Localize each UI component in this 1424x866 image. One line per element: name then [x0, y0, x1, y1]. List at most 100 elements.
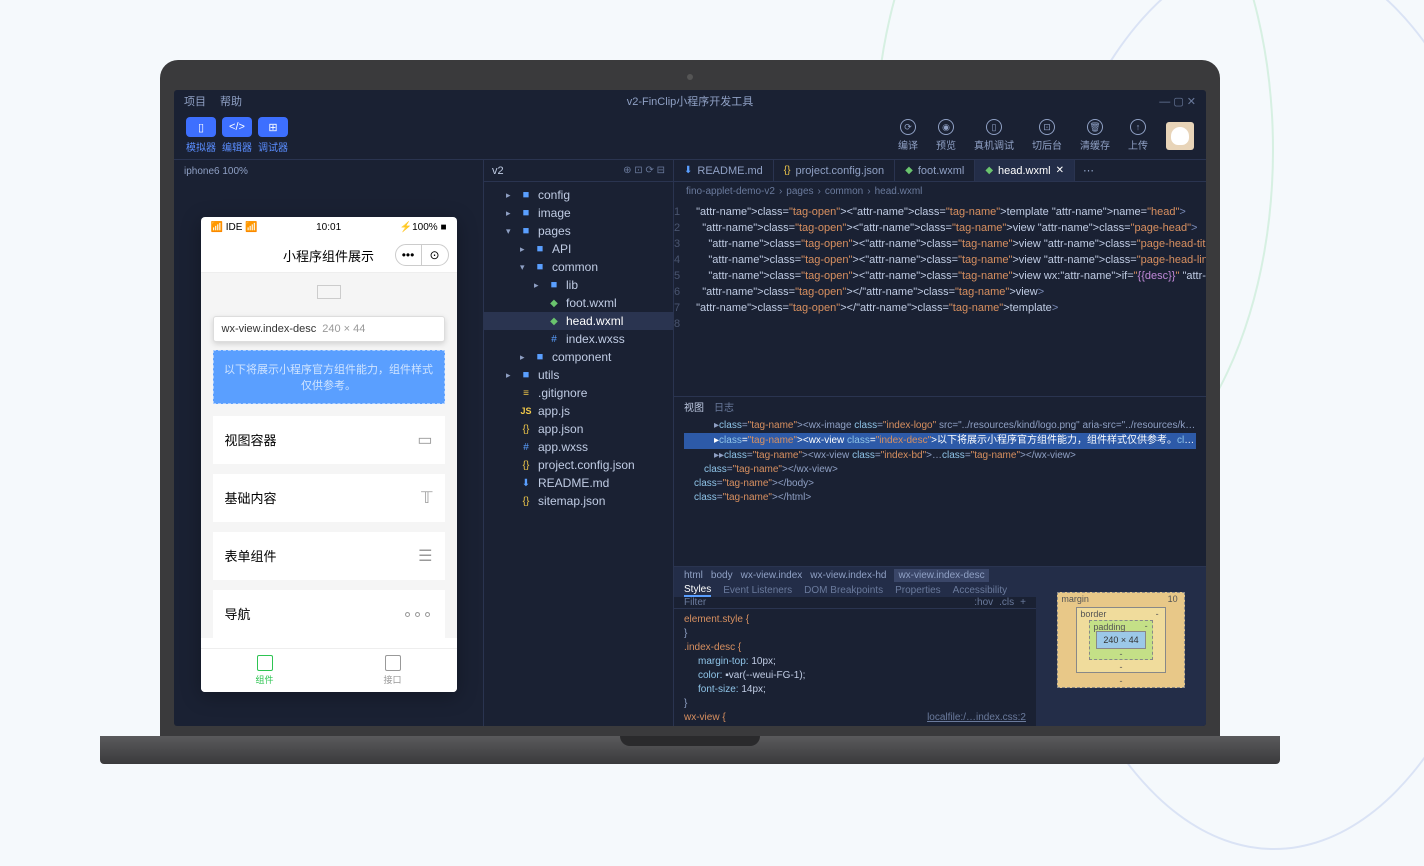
dom-tree[interactable]: ▸class="tag-name"><wx-image class="index…	[674, 415, 1206, 566]
code-icon: </>	[222, 117, 252, 137]
folder-item[interactable]: ▸■lib	[484, 276, 673, 294]
inspector-tooltip: wx-view.index-desc 240 × 44	[213, 316, 445, 342]
cls-button[interactable]: .cls	[999, 597, 1014, 608]
compile-button[interactable]: ⟳编译	[898, 119, 918, 152]
file-item[interactable]: ◆head.wxml	[484, 312, 673, 330]
capsule-button[interactable]: ••• ⊙	[395, 244, 449, 266]
breadcrumb[interactable]: fino-applet-demo-v2 › pages › common › h…	[674, 182, 1206, 200]
window-title: v2-FinClip小程序开发工具	[627, 93, 754, 109]
style-filter-bar: Filter :hov .cls +	[674, 597, 1036, 609]
style-tab[interactable]: Event Listeners	[723, 585, 792, 596]
editor-panel: ⬇README.md{}project.config.json◆foot.wxm…	[674, 160, 1206, 726]
line-gutter: 12345678	[674, 200, 688, 396]
menu-project[interactable]: 项目	[184, 93, 206, 109]
tab-api[interactable]: 接口	[329, 649, 457, 692]
simulator-panel: iphone6 100% 📶 IDE 📶 10:01 ⚡100% ■ 小程序组件…	[174, 160, 484, 726]
file-item[interactable]: ⬇README.md	[484, 474, 673, 492]
file-item[interactable]: {}app.json	[484, 420, 673, 438]
list-item[interactable]: 导航∘∘∘	[213, 590, 445, 638]
remote-debug-button[interactable]: ▯真机调试	[974, 119, 1014, 152]
logo-placeholder	[317, 285, 341, 299]
more-icon[interactable]: •••	[396, 245, 422, 265]
folder-item[interactable]: ▸■image	[484, 204, 673, 222]
switch-icon: ⊡	[1039, 119, 1055, 135]
phone-tabbar: 组件 接口	[201, 648, 457, 692]
folder-item[interactable]: ▾■common	[484, 258, 673, 276]
menu-help[interactable]: 帮助	[220, 93, 242, 109]
text-icon: 𝕋	[421, 488, 432, 508]
clear-cache-button[interactable]: 🗑清缓存	[1080, 119, 1110, 152]
phone-icon: ▯	[186, 117, 216, 137]
api-icon	[385, 655, 401, 671]
phone-statusbar: 📶 IDE 📶 10:01 ⚡100% ■	[201, 217, 457, 239]
highlighted-element[interactable]: 以下将展示小程序官方组件能力，组件样式仅供参考。	[213, 350, 445, 404]
list-item[interactable]: 基础内容𝕋	[213, 474, 445, 522]
folder-item[interactable]: ▾■pages	[484, 222, 673, 240]
dom-breadcrumb[interactable]: htmlbodywx-view.indexwx-view.index-hdwx-…	[674, 566, 1206, 584]
editor-tab[interactable]: ◆foot.wxml	[895, 160, 975, 181]
menu-icon: ☰	[418, 546, 432, 566]
debug-icon: ⊞	[258, 117, 288, 137]
tab-components[interactable]: 组件	[201, 649, 329, 692]
file-item[interactable]: ≡.gitignore	[484, 384, 673, 402]
file-item[interactable]: ◆foot.wxml	[484, 294, 673, 312]
editor-tabs: ⬇README.md{}project.config.json◆foot.wxm…	[674, 160, 1206, 182]
folder-item[interactable]: ▸■config	[484, 186, 673, 204]
mode-debugger[interactable]: ⊞ 调试器	[258, 117, 288, 154]
hov-button[interactable]: :hov	[974, 597, 993, 608]
trash-icon: 🗑	[1087, 119, 1103, 135]
window-controls[interactable]: — ▢ ✕	[1159, 95, 1196, 108]
grid-icon	[257, 655, 273, 671]
style-tab[interactable]: Accessibility	[953, 585, 1007, 596]
menubar: 项目 帮助 v2-FinClip小程序开发工具 — ▢ ✕	[174, 90, 1206, 112]
file-item[interactable]: JSapp.js	[484, 402, 673, 420]
device-info[interactable]: iphone6 100%	[174, 160, 483, 182]
list-item[interactable]: 视图容器▭	[213, 416, 445, 464]
folder-item[interactable]: ▸■component	[484, 348, 673, 366]
mode-editor[interactable]: </> 编辑器	[222, 117, 252, 154]
view-tab[interactable]: 视图	[684, 399, 704, 414]
box-model: margin 10 border - padding - 240 × 4	[1036, 584, 1206, 727]
file-item[interactable]: {}project.config.json	[484, 456, 673, 474]
folder-item[interactable]: ▸■utils	[484, 366, 673, 384]
css-rules[interactable]: element.style {}.index-desc {</span></di…	[674, 609, 1036, 727]
editor-tab[interactable]: {}project.config.json	[774, 160, 895, 181]
eye-icon: ◉	[938, 119, 954, 135]
background-button[interactable]: ⊡切后台	[1032, 119, 1062, 152]
phone-navbar: 小程序组件展示 ••• ⊙	[201, 239, 457, 273]
user-avatar[interactable]	[1166, 122, 1194, 150]
file-item[interactable]: {}sitemap.json	[484, 492, 673, 510]
style-tab[interactable]: Styles	[684, 584, 711, 597]
project-root[interactable]: v2	[492, 165, 504, 177]
upload-icon: ↑	[1130, 119, 1146, 135]
log-tab[interactable]: 日志	[714, 399, 734, 414]
file-item[interactable]: #index.wxss	[484, 330, 673, 348]
code-editor[interactable]: 12345678 "attr-name">class="tag-open"><"…	[674, 200, 1206, 396]
style-tab[interactable]: Properties	[895, 585, 941, 596]
editor-tab[interactable]: ⬇README.md	[674, 160, 774, 181]
editor-tab[interactable]: ◆head.wxml✕	[975, 160, 1075, 181]
list-item[interactable]: 表单组件☰	[213, 532, 445, 580]
dots-icon: ∘∘∘	[402, 604, 432, 624]
folder-item[interactable]: ▸■API	[484, 240, 673, 258]
toolbar: ▯ 模拟器 </> 编辑器 ⊞ 调试器 ⟳编译 ◉预览 ▯真机调试	[174, 112, 1206, 160]
page-title: 小程序组件展示	[283, 246, 374, 265]
card-icon: ▭	[417, 430, 432, 450]
upload-button[interactable]: ↑上传	[1128, 119, 1148, 152]
file-item[interactable]: #app.wxss	[484, 438, 673, 456]
ide-window: 项目 帮助 v2-FinClip小程序开发工具 — ▢ ✕ ▯ 模拟器 </> …	[174, 90, 1206, 726]
close-icon[interactable]: ✕	[1056, 165, 1064, 176]
styles-panel: Styles Event Listeners DOM Breakpoints Prop…	[674, 584, 1036, 727]
phone-simulator: 📶 IDE 📶 10:01 ⚡100% ■ 小程序组件展示 ••• ⊙	[201, 217, 457, 692]
add-rule-button[interactable]: +	[1020, 597, 1026, 608]
explorer-actions[interactable]: ⊕ ⊡ ⟳ ⊟	[623, 165, 665, 176]
tab-overflow[interactable]: ⋯	[1075, 160, 1102, 181]
style-tab[interactable]: DOM Breakpoints	[804, 585, 883, 596]
devtools: 视图 日志 ▸class="tag-name"><wx-image class=…	[674, 396, 1206, 726]
preview-button[interactable]: ◉预览	[936, 119, 956, 152]
compile-icon: ⟳	[900, 119, 916, 135]
device-icon: ▯	[986, 119, 1002, 135]
close-icon[interactable]: ⊙	[422, 245, 448, 265]
mode-simulator[interactable]: ▯ 模拟器	[186, 117, 216, 154]
filter-input[interactable]: Filter	[684, 597, 706, 608]
